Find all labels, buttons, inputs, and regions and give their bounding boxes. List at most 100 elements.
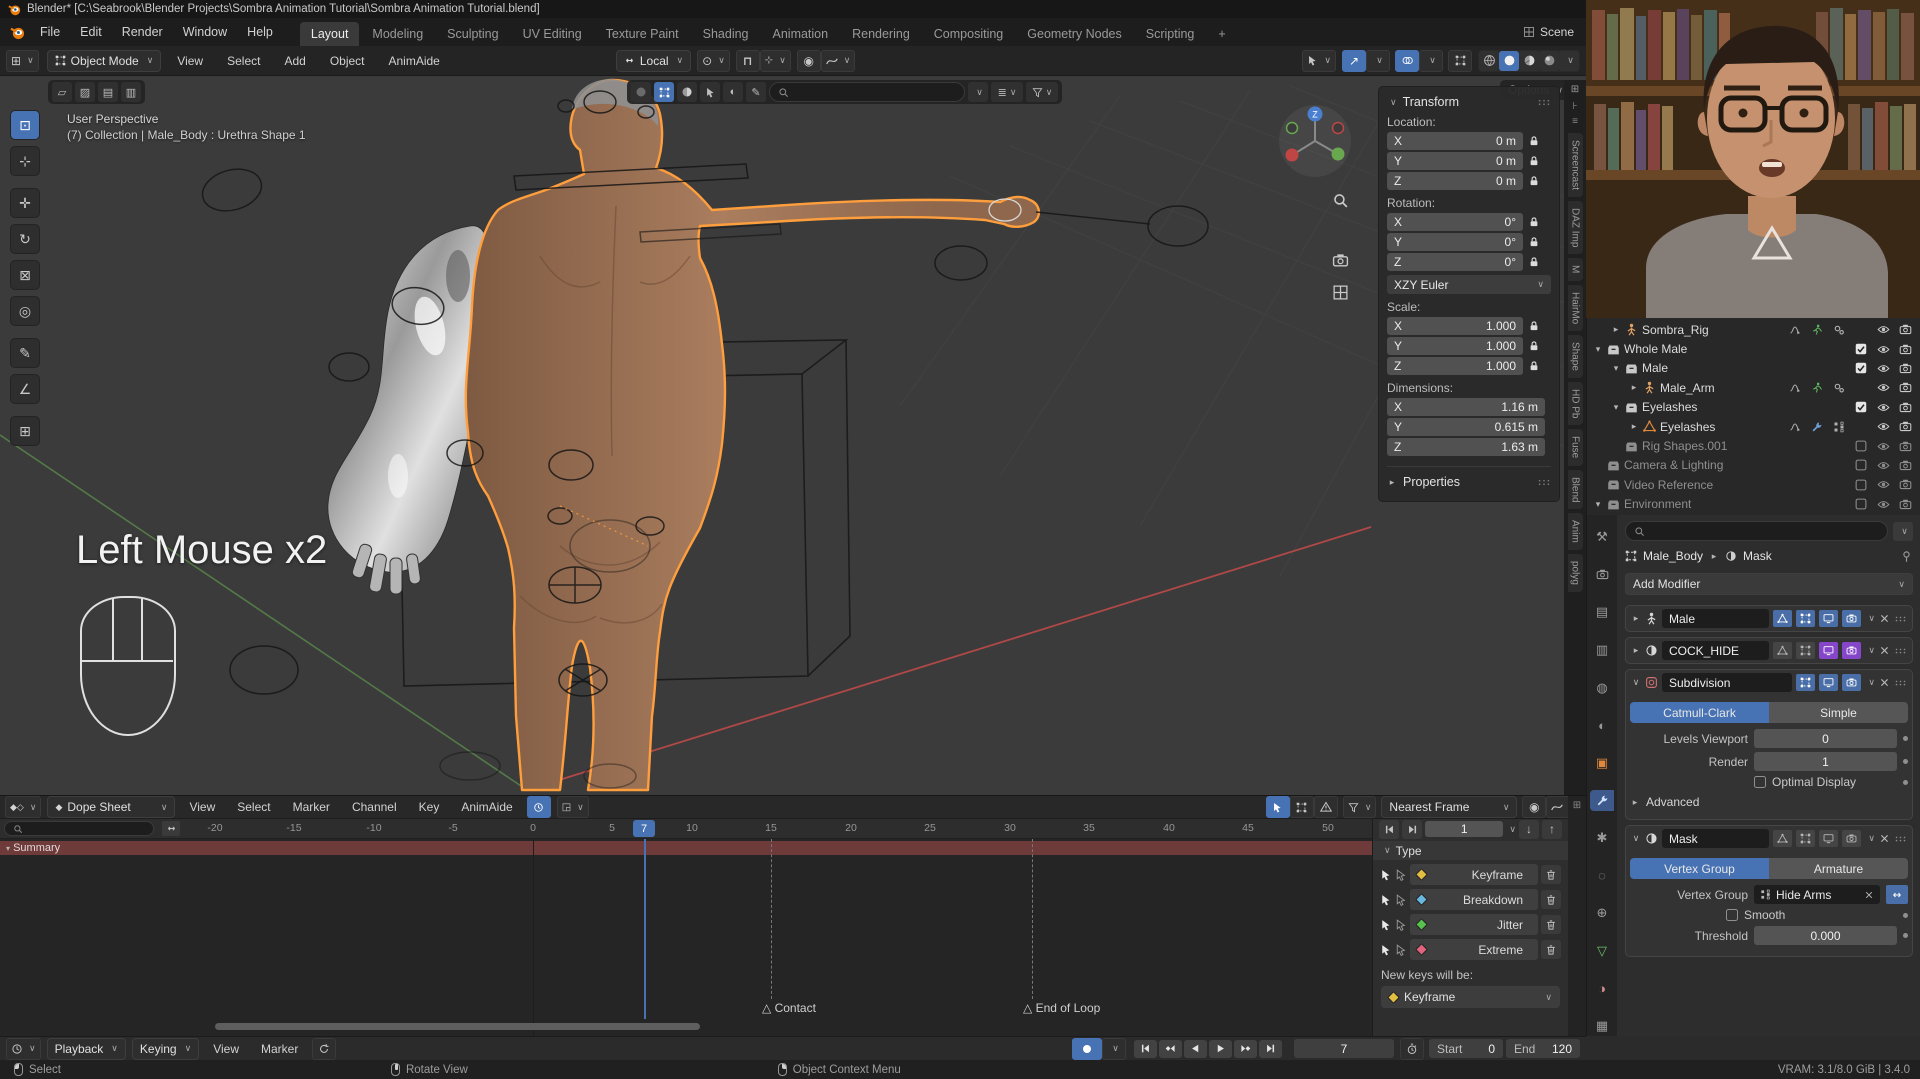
set-jitter-type-button[interactable]: Jitter bbox=[1410, 914, 1538, 935]
hide-render-icon[interactable] bbox=[1896, 343, 1914, 356]
modifier-name-field[interactable]: Mask bbox=[1662, 829, 1769, 848]
sync-button[interactable] bbox=[312, 1038, 336, 1060]
next-keyframe-button[interactable] bbox=[1234, 1040, 1257, 1058]
tab-constraints[interactable]: ⊕ bbox=[1590, 903, 1614, 924]
channel-filter-dropdown[interactable]: ∨ bbox=[1343, 796, 1377, 818]
rotation-z-field[interactable]: Z0° bbox=[1387, 253, 1523, 271]
sidebar-tab-m[interactable]: M bbox=[1568, 258, 1583, 280]
render-toggle[interactable] bbox=[1842, 830, 1861, 847]
hide-render-icon[interactable] bbox=[1896, 498, 1914, 511]
hide-viewport-icon[interactable] bbox=[1874, 323, 1892, 336]
brush-icon[interactable]: ✎ bbox=[746, 82, 766, 102]
new-keys-dropdown[interactable]: Keyframe ∨ bbox=[1381, 986, 1560, 1008]
vertex-group-field[interactable]: Hide Arms bbox=[1754, 885, 1880, 904]
add-modifier-button[interactable]: Add Modifier∨ bbox=[1625, 573, 1913, 595]
snap-target-dropdown[interactable]: ⊹∨ bbox=[760, 50, 791, 72]
outliner-row-environment[interactable]: ▾ Environment bbox=[1587, 495, 1920, 514]
modifier-name-field[interactable]: Subdivision bbox=[1662, 673, 1792, 692]
proportional-falloff-dropdown[interactable]: ∨ bbox=[821, 50, 856, 72]
delete-keys-button[interactable] bbox=[1541, 915, 1561, 934]
expand-icon[interactable]: ▾ bbox=[1593, 499, 1603, 510]
timeline-ruler[interactable]: -20 -15 -10 -5 0 5 10 15 20 25 30 35 40 … bbox=[0, 819, 1372, 839]
playback-menu[interactable]: Playback∨ bbox=[47, 1038, 126, 1060]
lock-icon[interactable] bbox=[1528, 135, 1540, 147]
scale-z-field[interactable]: Z1.000 bbox=[1387, 357, 1523, 375]
tab-rendering[interactable]: Rendering bbox=[841, 22, 921, 46]
object-mode-dropdown[interactable]: Object Mode∨ bbox=[47, 50, 162, 72]
viewport-toggle[interactable] bbox=[1819, 642, 1838, 659]
brush-preview-icon[interactable] bbox=[631, 82, 651, 102]
proportional-edit-toggle[interactable]: ◉ bbox=[1522, 796, 1546, 818]
rotation-y-field[interactable]: Y0° bbox=[1387, 233, 1523, 251]
sidebar-tab-hdpb[interactable]: HD Pb bbox=[1568, 382, 1583, 425]
tab-material[interactable]: ◑ bbox=[1590, 978, 1614, 999]
viewport-toggle[interactable] bbox=[1819, 674, 1838, 691]
expand-icon[interactable]: ⊞ bbox=[1571, 84, 1579, 95]
jump-to-start-button[interactable] bbox=[1134, 1040, 1157, 1058]
jump-to-end-button[interactable] bbox=[1259, 1040, 1282, 1058]
sidebar-tab-anim[interactable]: Anim bbox=[1568, 513, 1583, 550]
frame-start-field[interactable]: Start0 bbox=[1429, 1039, 1503, 1058]
strip-icons[interactable]: ⊞ bbox=[1568, 796, 1586, 811]
tab-geometry-nodes[interactable]: Geometry Nodes bbox=[1016, 22, 1132, 46]
viewport-zoom-button[interactable] bbox=[1332, 192, 1349, 209]
tool-rotate[interactable]: ↻ bbox=[10, 224, 40, 254]
scale-x-field[interactable]: X1.000 bbox=[1387, 317, 1523, 335]
tool-measure[interactable]: ∠ bbox=[10, 374, 40, 404]
collection-checkbox[interactable] bbox=[1852, 362, 1870, 374]
timeline-menu-view[interactable]: View bbox=[205, 1039, 247, 1059]
only-selected-toggle[interactable] bbox=[1266, 796, 1290, 818]
dope-sheet-mode-dropdown[interactable]: ◆Dope Sheet∨ bbox=[47, 796, 175, 818]
hide-render-icon[interactable] bbox=[1896, 420, 1914, 433]
tool-transform[interactable]: ◎ bbox=[10, 296, 40, 326]
drag-grip-icon[interactable] bbox=[1894, 615, 1907, 623]
pin-icon[interactable] bbox=[1900, 550, 1913, 563]
outliner-row-eyelashes-collection[interactable]: ▾ Eyelashes bbox=[1587, 398, 1920, 417]
tab-texture-paint[interactable]: Texture Paint bbox=[595, 22, 690, 46]
tool-brush-icon[interactable]: ▨ bbox=[75, 82, 95, 102]
set-extreme-type-button[interactable]: Extreme bbox=[1410, 939, 1538, 960]
hide-render-icon[interactable] bbox=[1896, 478, 1914, 491]
play-button[interactable] bbox=[1209, 1040, 1232, 1058]
hide-viewport-icon[interactable] bbox=[1874, 478, 1892, 491]
tab-scripting[interactable]: Scripting bbox=[1135, 22, 1206, 46]
playhead-frame-tag[interactable]: 7 bbox=[633, 820, 655, 837]
shading-material-button[interactable] bbox=[1519, 51, 1539, 71]
menu-file[interactable]: File bbox=[31, 21, 69, 43]
filter-dropdown[interactable]: ∨ bbox=[1026, 82, 1058, 102]
dope-menu-key[interactable]: Key bbox=[411, 797, 448, 817]
invert-vertex-group-button[interactable] bbox=[1886, 885, 1908, 904]
play-reverse-button[interactable] bbox=[1184, 1040, 1207, 1058]
hide-viewport-icon[interactable] bbox=[1874, 401, 1892, 414]
modifier-name-field[interactable]: Male bbox=[1662, 609, 1769, 628]
rotation-mode-dropdown[interactable]: XZY Euler∨ bbox=[1387, 275, 1551, 294]
tool-annotate[interactable]: ✎ bbox=[10, 338, 40, 368]
delete-modifier-icon[interactable] bbox=[1879, 677, 1890, 688]
shading-wireframe-button[interactable] bbox=[1479, 51, 1499, 71]
frames-value-field[interactable]: 1 bbox=[1425, 821, 1503, 837]
modifier-extras-dropdown[interactable]: ∨ bbox=[1868, 677, 1875, 688]
modifier-name-field[interactable]: COCK_HIDE bbox=[1662, 641, 1769, 660]
tab-layout[interactable]: Layout bbox=[300, 22, 360, 46]
hide-viewport-icon[interactable] bbox=[1874, 498, 1892, 511]
select-keys-icon[interactable] bbox=[1380, 869, 1392, 881]
drag-grip-icon[interactable] bbox=[1537, 478, 1551, 487]
tab-object-data[interactable]: ▽ bbox=[1590, 940, 1614, 961]
properties-subpanel[interactable]: ▸Properties bbox=[1387, 466, 1551, 489]
tool-stroke-icon[interactable]: ▤ bbox=[98, 82, 118, 102]
cage-toggle[interactable] bbox=[1796, 674, 1815, 691]
tab-sculpting[interactable]: Sculpting bbox=[436, 22, 509, 46]
auto-keying-toggle[interactable] bbox=[1072, 1038, 1102, 1060]
tool-add-cube[interactable]: ⊞ bbox=[10, 416, 40, 446]
viewport-ortho-toggle[interactable] bbox=[1332, 284, 1349, 301]
sidebar-tab-screencast[interactable]: Screencast bbox=[1568, 133, 1583, 197]
drag-grip-icon[interactable] bbox=[1894, 679, 1907, 687]
dope-sheet-channels[interactable]: ▾ Summary △ Contact △ End of Loop bbox=[0, 839, 1372, 1037]
rotation-x-field[interactable]: X0° bbox=[1387, 213, 1523, 231]
dope-menu-channel[interactable]: Channel bbox=[344, 797, 405, 817]
previous-keyframe-button[interactable] bbox=[1159, 1040, 1182, 1058]
use-preview-range-toggle[interactable] bbox=[1400, 1038, 1424, 1060]
expand-icon[interactable]: ▸ bbox=[1611, 324, 1621, 335]
outliner-row-rig-shapes[interactable]: ▸ Rig Shapes.001 bbox=[1587, 436, 1920, 455]
hide-viewport-icon[interactable] bbox=[1874, 362, 1892, 375]
